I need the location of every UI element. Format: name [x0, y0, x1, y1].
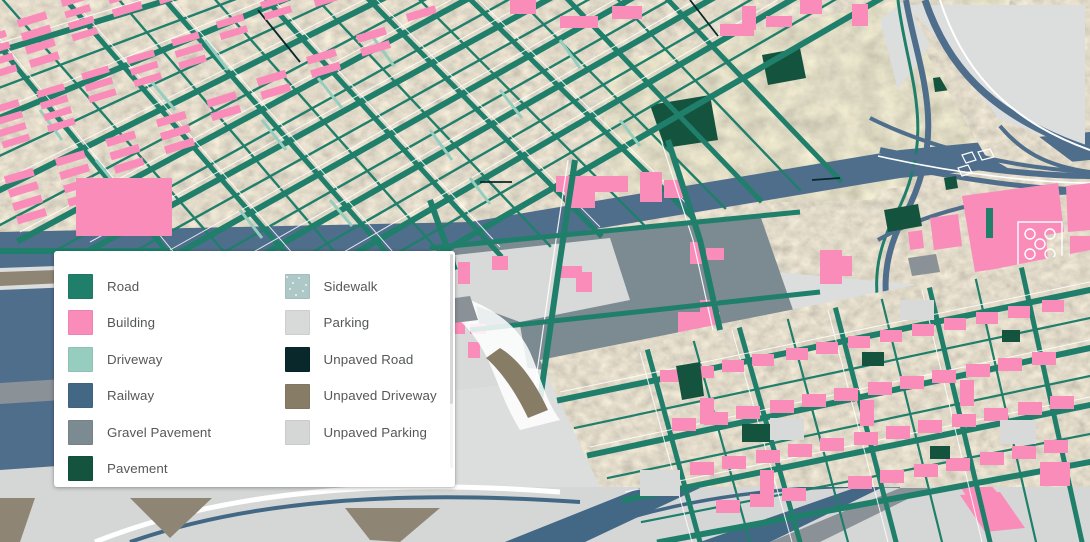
- legend-label-building: Building: [107, 315, 156, 331]
- legend-label-parking: Parking: [323, 315, 370, 331]
- legend-item-unpaved-road[interactable]: Unpaved Road: [284, 341, 456, 378]
- legend-swatch-gravel-pavement: [68, 419, 93, 445]
- legend-item-pavement[interactable]: Pavement: [68, 451, 269, 488]
- legend-swatch-parking: [284, 310, 310, 336]
- legend-item-building[interactable]: Building: [68, 305, 269, 342]
- legend-item-unpaved-driveway[interactable]: Unpaved Driveway: [284, 378, 456, 415]
- legend-label-road: Road: [107, 278, 140, 294]
- legend-item-railway[interactable]: Railway: [68, 378, 269, 415]
- legend-swatch-sidewalk: [284, 273, 310, 299]
- legend-label-unpaved-parking: Unpaved Parking: [323, 425, 428, 441]
- map-legend-panel[interactable]: Road Building Driveway Railway Gravel Pa…: [54, 251, 455, 487]
- screenshot-root: Road Building Driveway Railway Gravel Pa…: [0, 0, 1090, 542]
- legend-swatch-building: [68, 310, 93, 336]
- legend-label-unpaved-driveway: Unpaved Driveway: [323, 388, 437, 404]
- legend-swatch-unpaved-road: [284, 346, 310, 372]
- legend-item-parking[interactable]: Parking: [284, 305, 456, 342]
- legend-label-sidewalk: Sidewalk: [323, 278, 378, 294]
- legend-label-pavement: Pavement: [107, 461, 168, 477]
- legend-item-sidewalk[interactable]: Sidewalk: [284, 268, 456, 305]
- legend-item-driveway[interactable]: Driveway: [68, 341, 269, 378]
- legend-swatch-pavement: [68, 456, 93, 482]
- legend-swatch-unpaved-parking: [284, 420, 310, 446]
- legend-swatch-road: [68, 273, 93, 299]
- legend-swatch-unpaved-driveway: [284, 383, 310, 409]
- legend-label-gravel-pavement: Gravel Pavement: [107, 424, 212, 440]
- legend-label-driveway: Driveway: [107, 351, 163, 367]
- legend-item-gravel-pavement[interactable]: Gravel Pavement: [68, 414, 269, 451]
- legend-item-unpaved-parking[interactable]: Unpaved Parking: [284, 414, 456, 451]
- legend-swatch-railway: [68, 383, 93, 409]
- legend-column-right: Sidewalk Parking Unpaved Road Unpaved Dr…: [269, 268, 456, 487]
- legend-item-road[interactable]: Road: [68, 268, 269, 305]
- legend-label-railway: Railway: [107, 388, 155, 404]
- legend-scrollbar[interactable]: [450, 254, 453, 468]
- legend-column-left: Road Building Driveway Railway Gravel Pa…: [54, 268, 269, 487]
- legend-label-unpaved-road: Unpaved Road: [323, 351, 414, 367]
- legend-swatch-driveway: [68, 346, 93, 372]
